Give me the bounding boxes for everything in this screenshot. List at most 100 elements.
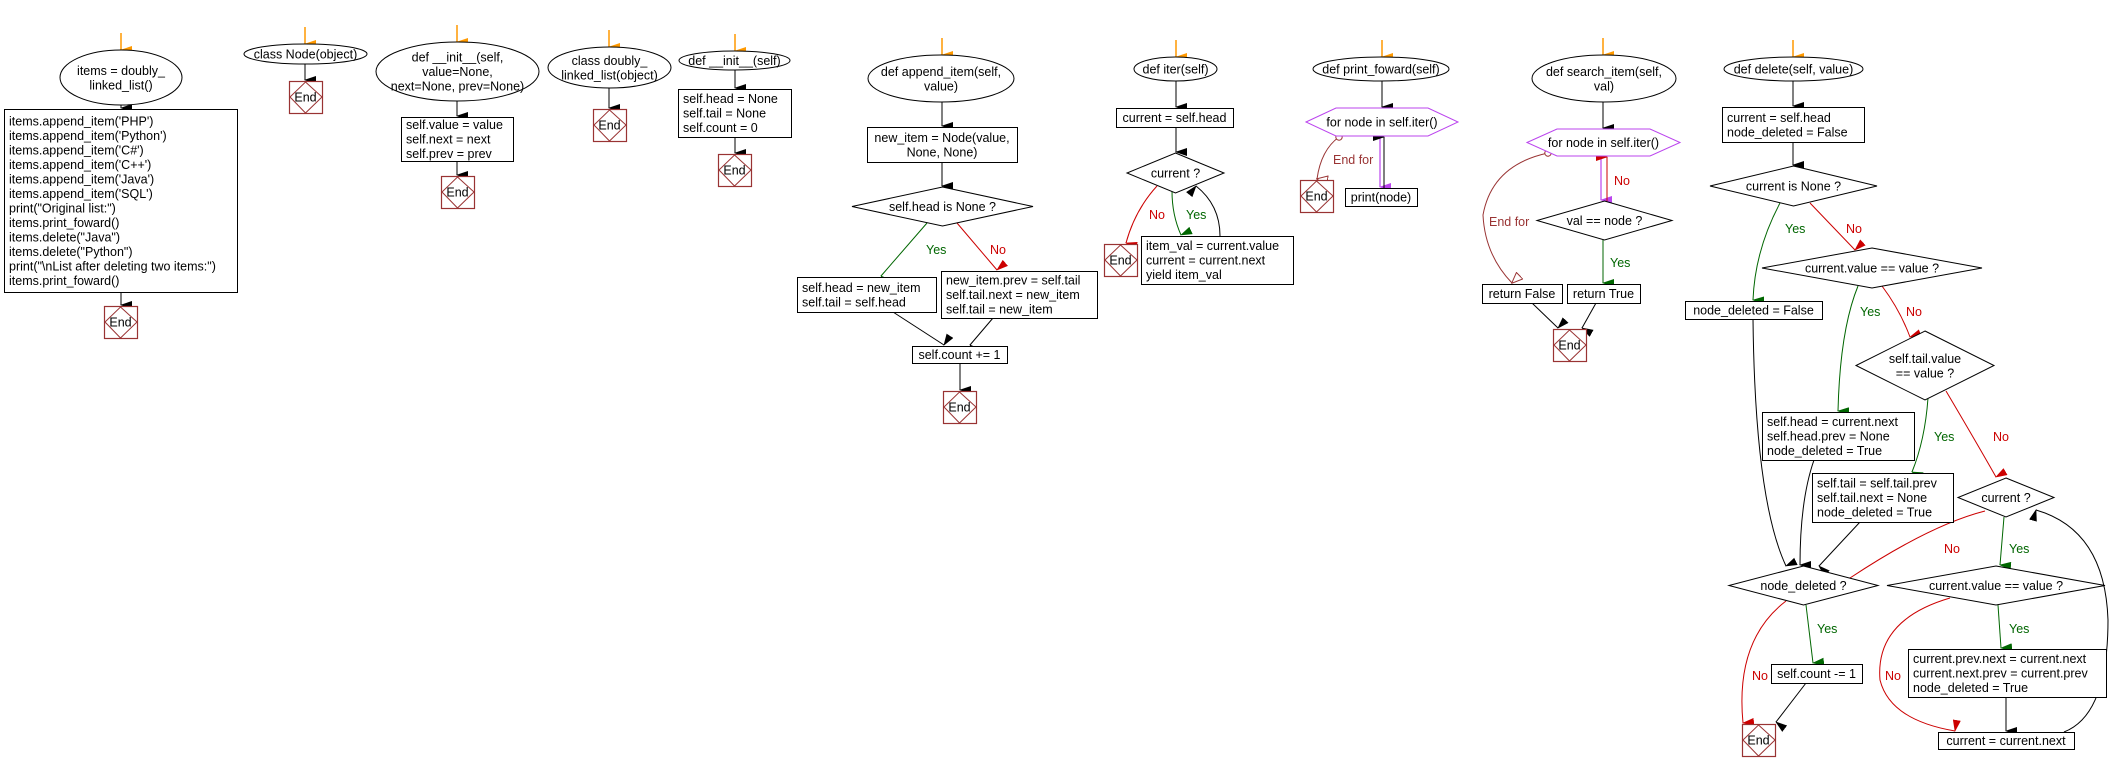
decision-text: current is None ? <box>1746 180 1841 194</box>
append-new-item[interactable]: new_item = Node(value,None, None) <box>867 127 1018 163</box>
start-label: value=None, <box>422 65 493 79</box>
search-true[interactable]: return True <box>1567 284 1641 304</box>
process-text: items.append_item('SQL') <box>9 187 153 201</box>
process-text: self.head = new_item <box>802 281 920 295</box>
decision-text: current.value == value ? <box>1805 262 1939 276</box>
dll-class-start[interactable]: class doubly_linked_list(object) <box>547 46 672 89</box>
delete-cond-head[interactable]: current.value == value ? <box>1761 247 1983 289</box>
main-body[interactable]: items.append_item('PHP')items.append_ite… <box>4 109 238 293</box>
edge-black <box>969 317 994 356</box>
yes-label: Yes <box>1934 430 1954 444</box>
search-end[interactable]: End <box>1552 328 1588 363</box>
process-text: current = self.head <box>1123 111 1227 125</box>
main-start[interactable]: items = doubly_linked_list() <box>59 49 183 106</box>
main-end[interactable]: End <box>103 305 139 340</box>
iter-end[interactable]: End <box>1103 243 1139 278</box>
delete-start[interactable]: def delete(self, value) <box>1723 56 1864 82</box>
process-text: node_deleted = False <box>1727 125 1848 139</box>
delete-end[interactable]: End <box>1741 723 1777 758</box>
process-text: self.head = current.next <box>1767 415 1899 429</box>
search-false[interactable]: return False <box>1482 284 1563 304</box>
process-text: current = current.next <box>1146 254 1266 268</box>
iter-start[interactable]: def iter(self) <box>1133 56 1218 82</box>
no-label: No <box>1846 222 1862 236</box>
process-text: print("\nList after deleting two items:"… <box>9 259 216 273</box>
print-body[interactable]: print(node) <box>1345 188 1418 207</box>
append-yes-body[interactable]: self.head = new_itemself.tail = self.hea… <box>797 277 937 313</box>
append-start[interactable]: def append_item(self,value) <box>867 54 1015 103</box>
delete-unlink[interactable]: current.prev.next = current.nextcurrent.… <box>1908 649 2107 698</box>
no-label: No <box>1944 542 1960 556</box>
decision-text: == value ? <box>1896 366 1954 380</box>
process-text: items.append_item('Python') <box>9 129 167 143</box>
search-cond[interactable]: val == node ? <box>1535 200 1674 241</box>
iter-current[interactable]: current = self.head <box>1116 108 1234 128</box>
print-start[interactable]: def print_foward(self) <box>1312 56 1450 82</box>
edge-no <box>1741 600 1787 726</box>
process-text: items.print_foward() <box>9 216 119 230</box>
start-label: def search_item(self, <box>1546 65 1662 79</box>
end-label: End <box>109 316 131 330</box>
append-cond[interactable]: self.head is None ? <box>851 186 1034 227</box>
process-text: node_deleted = True <box>1913 681 2028 695</box>
dll-class-end[interactable]: End <box>592 108 628 143</box>
loop-text: for node in self.iter() <box>1548 136 1659 150</box>
decision-text: self.head is None ? <box>889 200 996 214</box>
delete-nd-false[interactable]: node_deleted = False <box>1685 301 1823 320</box>
process-text: items.print_foward() <box>9 274 119 288</box>
process-text: new_item = Node(value, <box>874 131 1009 145</box>
delete-cond-match[interactable]: current.value == value ? <box>1886 565 2106 606</box>
yes-label: Yes <box>1817 622 1837 636</box>
delete-count[interactable]: self.count -= 1 <box>1771 664 1863 684</box>
edge-yes <box>1837 285 1859 416</box>
decision-text: current.value == value ? <box>1929 579 2063 593</box>
search-start[interactable]: def search_item(self,val) <box>1531 54 1677 103</box>
print-loop[interactable]: for node in self.iter() <box>1304 107 1460 137</box>
edge-black <box>1531 302 1569 329</box>
loop-back-edge <box>2029 509 2109 733</box>
node-init-end[interactable]: End <box>440 175 476 210</box>
append-count[interactable]: self.count += 1 <box>912 346 1008 364</box>
delete-advance[interactable]: current = current.next <box>1938 732 2075 750</box>
append-no-body[interactable]: new_item.prev = self.tailself.tail.next … <box>941 271 1098 319</box>
yes-label: Yes <box>2009 542 2029 556</box>
delete-cond-tail[interactable]: self.tail.value== value ? <box>1854 330 1996 401</box>
process-text: self.value = value <box>406 118 503 132</box>
end-label: End <box>1305 190 1327 204</box>
search-loop[interactable]: for node in self.iter() <box>1525 128 1682 157</box>
iter-yield[interactable]: item_val = current.valuecurrent = curren… <box>1141 236 1294 285</box>
dll-init-start[interactable]: def __init__(self) <box>678 50 791 71</box>
yes-label: Yes <box>926 243 946 257</box>
delete-head-body[interactable]: self.head = current.nextself.head.prev =… <box>1762 412 1915 461</box>
process-text: items.append_item('PHP') <box>9 114 153 128</box>
node-class-end[interactable]: End <box>288 80 324 115</box>
delete-init[interactable]: current = self.headnode_deleted = False <box>1722 107 1865 143</box>
edge-yes <box>1752 202 1781 305</box>
dll-init-body[interactable]: self.head = Noneself.tail = Noneself.cou… <box>678 89 792 138</box>
start-label: def __init__(self, <box>412 51 504 65</box>
process-text: self.tail = self.tail.prev <box>1817 477 1938 491</box>
dll-init-end[interactable]: End <box>717 153 753 188</box>
print-end[interactable]: End <box>1299 179 1335 214</box>
node-class-start[interactable]: class Node(object) <box>243 43 368 65</box>
delete-cond-deleted[interactable]: node_deleted ? <box>1727 565 1880 606</box>
edge-black <box>1581 302 1597 337</box>
process-text: new_item.prev = self.tail <box>946 274 1080 288</box>
append-end[interactable]: End <box>942 390 978 425</box>
yes-label: Yes <box>2009 622 2029 636</box>
process-text: self.tail.next = new_item <box>946 288 1080 302</box>
edge-yes <box>1171 190 1193 236</box>
process-text: print("Original list:") <box>9 201 116 215</box>
no-label: No <box>990 243 1006 257</box>
process-text: items.delete("Java") <box>9 230 120 244</box>
delete-cond-none[interactable]: current is None ? <box>1709 165 1878 207</box>
iter-cond[interactable]: current ? <box>1125 152 1226 194</box>
node-init-body[interactable]: self.value = valueself.next = nextself.p… <box>401 117 514 162</box>
end-label: End <box>294 91 316 105</box>
process-text: self.next = next <box>406 133 491 147</box>
delete-tail-body[interactable]: self.tail = self.tail.prevself.tail.next… <box>1812 473 1954 523</box>
node-init-start[interactable]: def __init__(self,value=None,next=None, … <box>375 41 540 102</box>
process-text: self.head.prev = None <box>1767 430 1890 444</box>
process-text: self.tail = None <box>683 107 766 121</box>
end-for-label: End for <box>1333 153 1373 167</box>
